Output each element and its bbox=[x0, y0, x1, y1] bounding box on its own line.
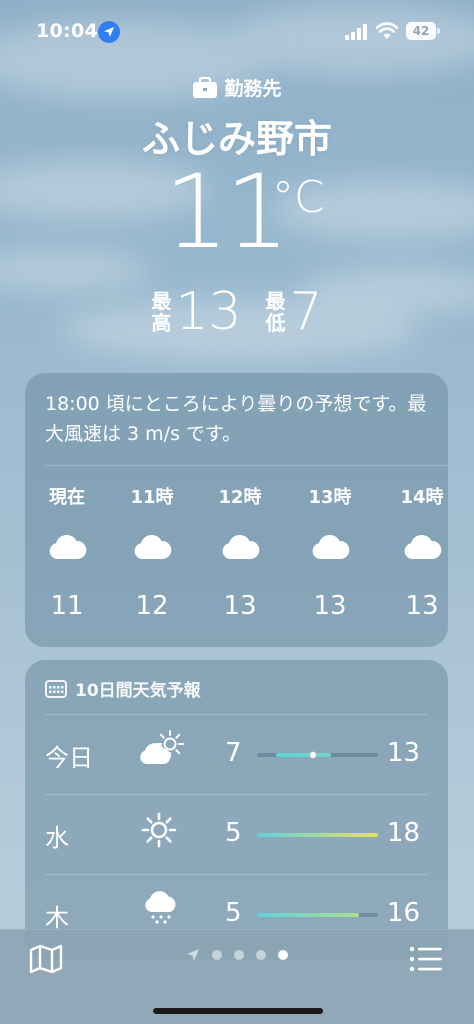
hour-temperature: 13 bbox=[405, 591, 439, 621]
day-low: 5 bbox=[225, 898, 242, 928]
current-temp-marker bbox=[308, 751, 317, 759]
hour-temperature: 13 bbox=[223, 591, 257, 621]
temperature-unit: °C bbox=[272, 172, 325, 223]
hour-label: 13時 bbox=[308, 487, 352, 508]
hourly-divider bbox=[45, 465, 448, 466]
location-arrow-icon bbox=[98, 21, 120, 43]
day-high: 13 bbox=[387, 738, 421, 768]
hourly-item: 11時 12 bbox=[122, 483, 182, 621]
page-dot[interactable] bbox=[278, 950, 288, 960]
low-label-top: 最 bbox=[265, 289, 286, 313]
day-name: 今日 bbox=[45, 744, 93, 772]
day-low: 5 bbox=[225, 818, 242, 848]
hourly-item: 13時 13 bbox=[300, 483, 360, 621]
temperature-range-fill bbox=[257, 913, 360, 917]
hour-label: 12時 bbox=[218, 487, 262, 508]
hour-temperature: 13 bbox=[313, 591, 347, 621]
briefcase-icon bbox=[193, 76, 218, 98]
hourly-item: 14時 13 bbox=[392, 483, 448, 621]
page-dot[interactable] bbox=[234, 950, 244, 960]
current-temperature: 11 °C bbox=[0, 158, 474, 268]
day-name: 水 bbox=[45, 824, 69, 852]
ten-day-forecast-card[interactable]: 10日間天気予報 今日 7 13 水 5 18 木 5 16 bbox=[25, 660, 448, 960]
daily-row[interactable]: 水 5 18 bbox=[25, 796, 448, 876]
day-name: 木 bbox=[45, 904, 69, 932]
hour-label: 11時 bbox=[130, 487, 174, 508]
temperature-range-bar bbox=[257, 833, 378, 837]
daily-divider bbox=[45, 714, 428, 715]
location-list-icon[interactable] bbox=[408, 944, 444, 974]
status-time: 10:04 bbox=[36, 20, 98, 42]
hourly-item: 現在 11 bbox=[37, 483, 97, 621]
cellular-signal-icon bbox=[345, 24, 367, 40]
battery-level: 42 bbox=[406, 22, 436, 40]
hourly-forecast-card[interactable]: 18:00 頃にところにより曇りの予想です。最大風速は 3 m/s です。 現在… bbox=[25, 373, 448, 647]
high-label-bottom: 高 bbox=[151, 311, 172, 335]
daily-row-divider bbox=[45, 794, 428, 795]
ten-day-title: 10日間天気予報 bbox=[75, 681, 201, 701]
temperature-range-fill bbox=[257, 833, 378, 837]
high-label: 最 高 bbox=[151, 290, 171, 334]
page-dot[interactable] bbox=[212, 950, 222, 960]
hourly-item: 12時 13 bbox=[210, 483, 270, 621]
day-high: 18 bbox=[387, 818, 421, 848]
cloud-icon bbox=[134, 535, 172, 559]
daily-row[interactable]: 今日 7 13 bbox=[25, 716, 448, 796]
temperature-value: 11 bbox=[164, 153, 290, 272]
day-low: 7 bbox=[225, 738, 242, 768]
cloud-icon bbox=[49, 535, 87, 559]
low-value: 7 bbox=[289, 282, 323, 342]
sun-icon bbox=[141, 812, 177, 848]
partly-sunny-icon bbox=[140, 730, 184, 764]
home-indicator bbox=[153, 1008, 323, 1014]
location-type-label: 勤務先 bbox=[224, 78, 282, 100]
temperature-range-bar bbox=[257, 751, 378, 759]
forecast-summary: 18:00 頃にところにより曇りの予想です。最大風速は 3 m/s です。 bbox=[45, 393, 427, 445]
high-low: 最 高 13 最 低 7 bbox=[0, 282, 474, 342]
current-location-page-icon[interactable] bbox=[186, 948, 200, 962]
page-indicator[interactable] bbox=[0, 948, 474, 962]
calendar-icon bbox=[45, 679, 67, 698]
temperature-range-bar bbox=[257, 913, 378, 917]
hour-temperature: 12 bbox=[135, 591, 169, 621]
status-bar: 10:04 42 bbox=[0, 0, 474, 60]
temperature-range-fill bbox=[275, 753, 332, 757]
location-type: 勤務先 bbox=[0, 74, 474, 101]
low-label-bottom: 低 bbox=[265, 311, 286, 335]
cloud-icon bbox=[222, 535, 260, 559]
rain-cloud-icon bbox=[145, 891, 176, 924]
hour-temperature: 11 bbox=[50, 591, 84, 621]
low-label: 最 低 bbox=[266, 290, 286, 334]
page-dot[interactable] bbox=[256, 950, 266, 960]
day-high: 16 bbox=[387, 898, 421, 928]
high-label-top: 最 bbox=[151, 289, 172, 313]
cloud-icon bbox=[404, 535, 442, 559]
cloud-icon bbox=[312, 535, 350, 559]
daily-row-divider bbox=[45, 874, 428, 875]
battery-tip bbox=[437, 28, 440, 34]
hour-label: 現在 bbox=[49, 487, 85, 508]
high-value: 13 bbox=[175, 282, 242, 342]
ten-day-header: 10日間天気予報 bbox=[45, 676, 201, 701]
wifi-icon bbox=[376, 22, 398, 39]
hour-label: 14時 bbox=[400, 487, 444, 508]
